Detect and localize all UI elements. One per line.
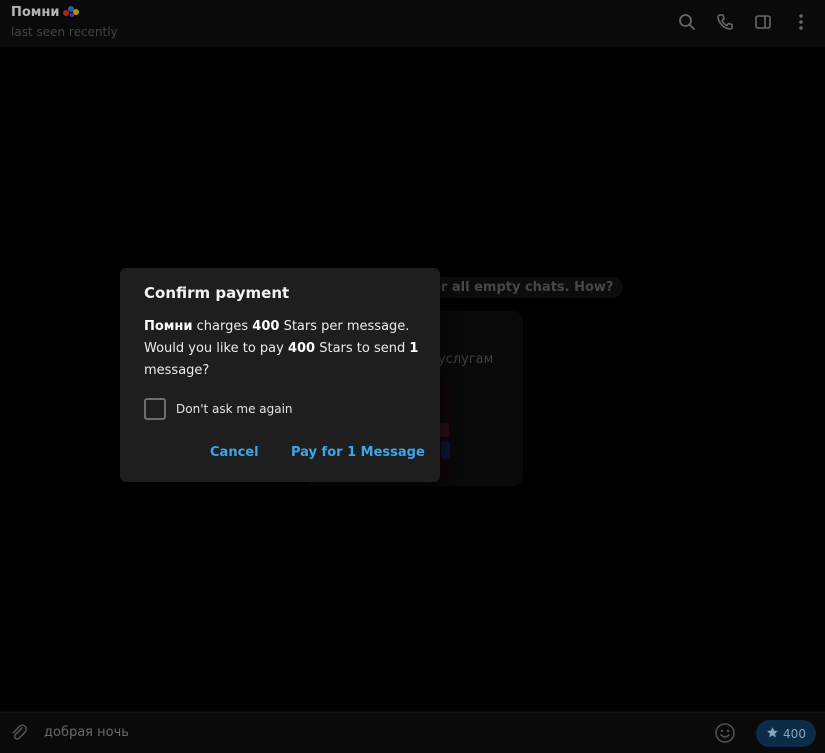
price-per-message: 400	[252, 319, 280, 334]
message-count: 1	[409, 341, 419, 356]
cancel-button[interactable]: Cancel	[210, 445, 259, 460]
dont-ask-again-checkbox[interactable]: Don't ask me again	[144, 398, 293, 420]
pay-button[interactable]: Pay for 1 Message	[291, 445, 425, 460]
checkbox-label[interactable]: Don't ask me again	[176, 402, 293, 416]
dialog-title: Confirm payment	[144, 284, 290, 302]
dialog-message: Помни charges 400 Stars per message. Wou…	[144, 319, 419, 378]
recipient-name: Помни	[144, 319, 193, 334]
checkbox-box[interactable]	[144, 398, 166, 420]
confirm-payment-dialog: Confirm payment Помни charges 400 Stars …	[120, 268, 440, 482]
total-price: 400	[287, 341, 316, 356]
